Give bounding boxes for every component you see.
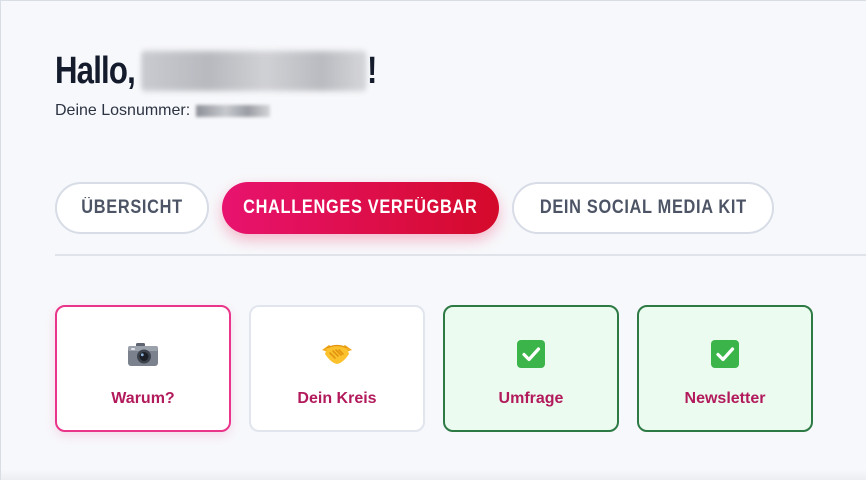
redacted-user-name: [141, 51, 367, 91]
page: Hallo, ! Deine Losnummer: ÜBERSICHT CHAL…: [0, 0, 866, 480]
challenge-card-label: Warum?: [111, 390, 175, 407]
divider: [55, 254, 866, 256]
tab-bar: ÜBERSICHT CHALLENGES VERFÜGBAR DEIN SOCI…: [55, 182, 774, 234]
ticket-number-label: Deine Losnummer:: [55, 102, 191, 119]
challenge-cards: Warum? Dein Kreis Umfrage Newsletter: [55, 305, 813, 432]
check-icon: [709, 338, 741, 370]
tab-social-media-kit-label: DEIN SOCIAL MEDIA KIT: [539, 197, 747, 218]
tab-overview[interactable]: ÜBERSICHT: [55, 182, 209, 234]
challenge-card-label: Dein Kreis: [297, 390, 377, 407]
check-icon: [515, 338, 547, 370]
greeting-suffix: !: [366, 50, 377, 92]
tab-challenges[interactable]: CHALLENGES VERFÜGBAR: [222, 182, 499, 234]
challenge-card-label: Newsletter: [684, 390, 766, 407]
bottom-edge: [1, 470, 866, 480]
redacted-ticket-number: [196, 105, 271, 117]
greeting-heading: Hallo, !: [55, 45, 377, 97]
handshake-icon: [321, 338, 353, 370]
greeting-prefix: Hallo,: [55, 50, 136, 92]
ticket-number-line: Deine Losnummer:: [55, 102, 271, 120]
challenge-card-label: Umfrage: [498, 390, 564, 407]
challenge-card-dein-kreis[interactable]: Dein Kreis: [249, 305, 425, 432]
camera-icon: [127, 338, 159, 370]
challenge-card-newsletter[interactable]: Newsletter: [637, 305, 813, 432]
challenge-card-umfrage[interactable]: Umfrage: [443, 305, 619, 432]
tab-overview-label: ÜBERSICHT: [81, 197, 183, 218]
tab-social-media-kit[interactable]: DEIN SOCIAL MEDIA KIT: [512, 182, 774, 234]
challenge-card-warum[interactable]: Warum?: [55, 305, 231, 432]
tab-challenges-label: CHALLENGES VERFÜGBAR: [243, 197, 478, 218]
